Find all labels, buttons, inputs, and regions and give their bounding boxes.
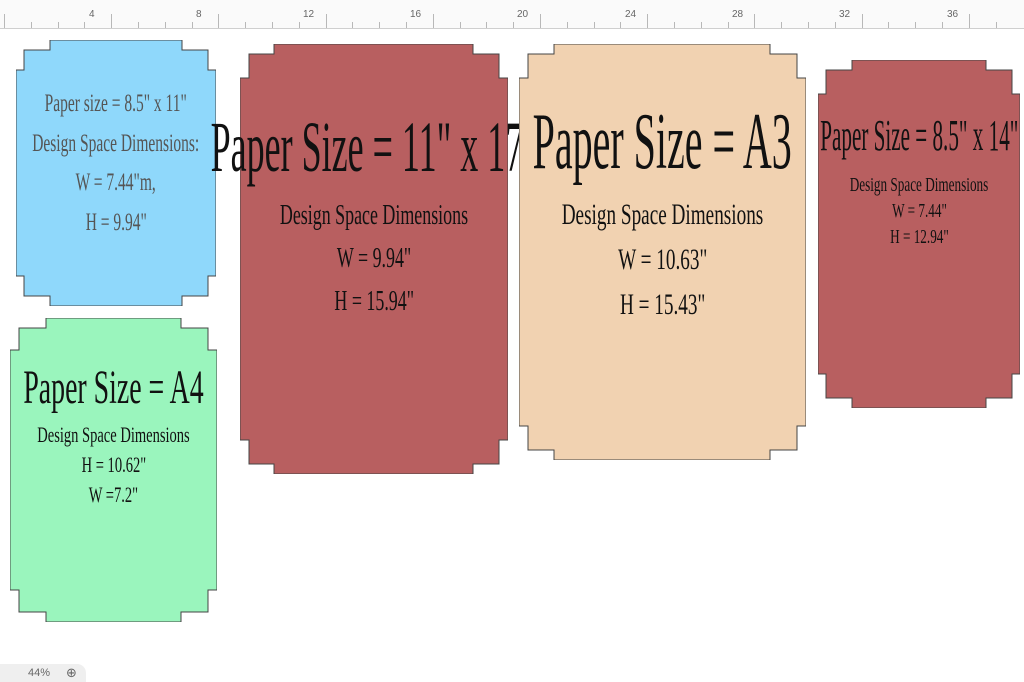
- ruler-tick: [325, 14, 327, 28]
- card-tabloid-subtitle: Design Space Dimensions: [279, 200, 469, 232]
- ruler-tick: [808, 22, 809, 28]
- ruler-tick: [164, 22, 166, 28]
- ruler-label-36: 36: [947, 9, 959, 20]
- ruler-tick: [888, 22, 890, 28]
- ruler-tick: [593, 22, 595, 28]
- ruler-tick: [84, 22, 86, 28]
- ruler-tick: [540, 14, 541, 28]
- ruler-tick: [191, 22, 193, 28]
- ruler-tick: [57, 22, 59, 28]
- ruler-tick: [486, 22, 488, 28]
- ruler-tick: [674, 22, 675, 28]
- ruler-tick: [861, 14, 863, 28]
- card-a4-height: H = 10.62": [81, 451, 146, 477]
- ruler-tick: [754, 14, 756, 28]
- card-a3-height: H = 15.43": [619, 288, 706, 321]
- ruler-label-32: 32: [839, 9, 851, 20]
- top-ruler[interactable]: 4 8 12 16 20 24 28 32 36: [0, 0, 1024, 29]
- card-tabloid-height: H = 15.94": [334, 285, 414, 317]
- ruler-tick: [272, 22, 273, 28]
- ruler-label-4: 4: [89, 9, 95, 20]
- ruler-tick: [647, 14, 649, 28]
- card-a4[interactable]: Paper Size = A4 Design Space Dimensions …: [10, 318, 217, 622]
- zoom-control[interactable]: 44% ⊕: [0, 664, 86, 682]
- card-a4-title: Paper Size = A4: [23, 361, 204, 414]
- ruler-tick: [620, 22, 622, 28]
- card-a4-subtitle: Design Space Dimensions: [37, 421, 190, 447]
- ruler-tick: [111, 14, 113, 28]
- ruler-tick: [995, 22, 997, 28]
- card-letter-height: H = 9.94": [85, 208, 147, 236]
- card-legal[interactable]: Paper Size = 8.5" x 14" Design Space Dim…: [818, 60, 1020, 408]
- ruler-tick: [727, 22, 729, 28]
- ruler-tick: [379, 22, 381, 28]
- ruler-tick: [968, 14, 970, 28]
- ruler-tick: [700, 22, 702, 28]
- ruler-tick: [30, 22, 32, 28]
- ruler-tick: [834, 22, 836, 28]
- card-a3[interactable]: Paper Size = A3 Design Space Dimensions …: [519, 44, 806, 460]
- ruler-tick: [245, 22, 247, 28]
- ruler-tick: [513, 22, 515, 28]
- ruler-tick: [4, 14, 5, 28]
- ruler-tick: [781, 22, 783, 28]
- ruler-tick: [942, 22, 943, 28]
- ruler-tick: [459, 22, 461, 28]
- ruler-tick: [218, 14, 220, 28]
- card-tabloid-width: W = 9.94": [336, 242, 412, 274]
- card-a4-width: W =7.2": [88, 482, 139, 508]
- ruler-label-12: 12: [303, 9, 315, 20]
- card-legal-height: H = 12.94": [889, 226, 949, 249]
- ruler-tick: [915, 22, 917, 28]
- ruler-tick: [138, 22, 139, 28]
- zoom-in-icon[interactable]: ⊕: [66, 665, 77, 681]
- ruler-label-24: 24: [625, 9, 637, 20]
- ruler-label-28: 28: [732, 9, 744, 20]
- ruler-label-20: 20: [517, 9, 529, 20]
- ruler-tick: [298, 22, 300, 28]
- ruler-tick: [406, 22, 407, 28]
- card-legal-title: Paper Size = 8.5" x 14": [819, 111, 1019, 160]
- ruler-tick: [352, 22, 354, 28]
- card-a3-width: W = 10.63": [617, 243, 708, 276]
- card-legal-subtitle: Design Space Dimensions: [849, 174, 989, 197]
- ruler-label-16: 16: [410, 9, 422, 20]
- ruler-tick: [566, 22, 568, 28]
- ruler-label-8: 8: [196, 9, 202, 20]
- card-a3-subtitle: Design Space Dimensions: [561, 198, 764, 231]
- ruler-tick: [432, 14, 434, 28]
- zoom-value: 44%: [28, 667, 51, 679]
- card-legal-width: W = 7.44": [891, 200, 947, 223]
